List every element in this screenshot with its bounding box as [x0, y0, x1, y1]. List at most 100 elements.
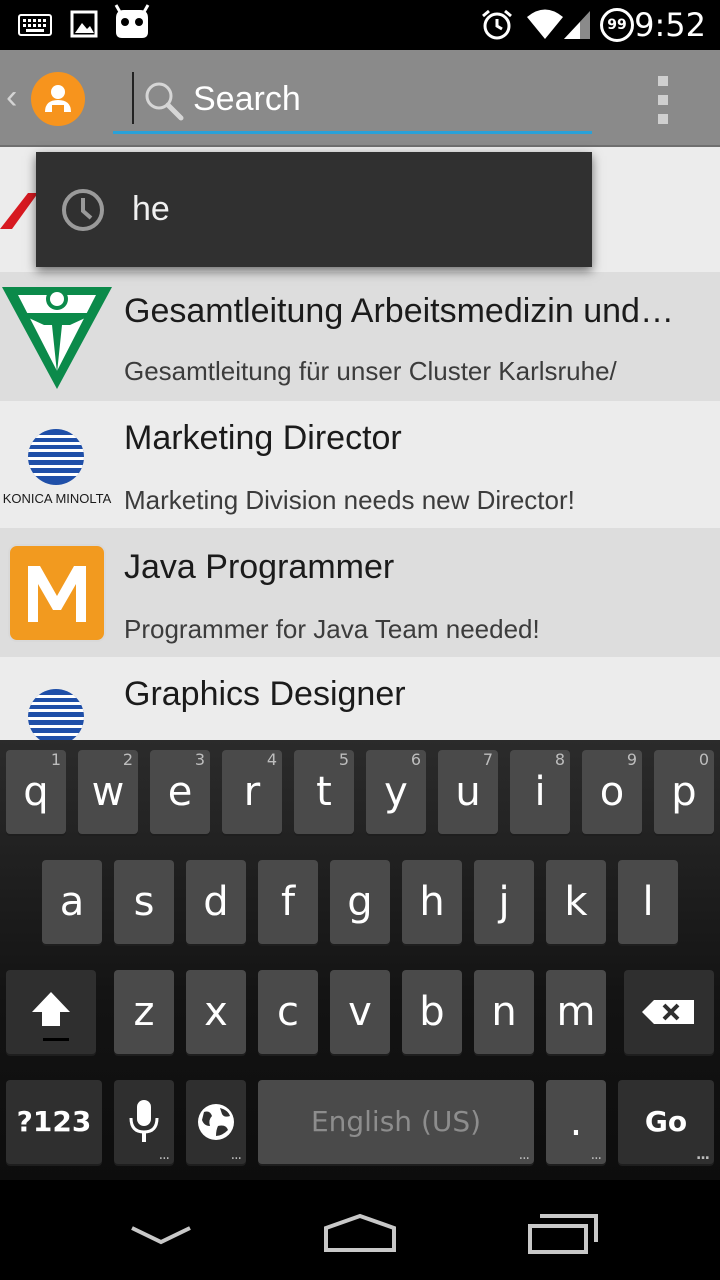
more-indicator: ... [590, 1147, 602, 1163]
list-item-title: Gesamtleitung Arbeitsmedizin und… [124, 292, 674, 330]
orange-m-logo [8, 544, 106, 642]
key-label: o [599, 769, 625, 815]
hide-keyboard-icon[interactable] [128, 1220, 194, 1250]
suggestion-text: he [132, 190, 170, 228]
key-k[interactable]: k [546, 860, 606, 944]
app-avatar[interactable] [31, 72, 85, 126]
period-key[interactable]: . ... [546, 1080, 606, 1164]
key-label: r [243, 769, 261, 815]
search-field[interactable] [113, 68, 592, 134]
symbols-key[interactable]: ?123 [6, 1080, 102, 1164]
list-item[interactable]: KONICA MINOLTA Marketing Director Market… [0, 401, 720, 528]
list-item[interactable]: Gesamtleitung Arbeitsmedizin und… Gesamt… [0, 272, 720, 401]
shift-arrow-icon [32, 992, 70, 1041]
signal-icon [564, 11, 590, 39]
key-q[interactable]: q1 [6, 750, 66, 834]
key-d[interactable]: d [186, 860, 246, 944]
list-item[interactable]: Graphics Designer [0, 657, 720, 740]
key-l[interactable]: l [618, 860, 678, 944]
key-w[interactable]: w2 [78, 750, 138, 834]
key-p[interactable]: p0 [654, 750, 714, 834]
key-e[interactable]: e3 [150, 750, 210, 834]
status-time: 9:52 [634, 6, 706, 44]
recent-apps-icon[interactable] [526, 1212, 598, 1256]
key-label: . [569, 1099, 583, 1145]
more-indicator: ... [158, 1147, 170, 1163]
key-j[interactable]: j [474, 860, 534, 944]
voice-input-key[interactable]: ... [114, 1080, 174, 1164]
space-bar[interactable]: English (US) ... [258, 1080, 534, 1164]
red-partial-logo [0, 193, 38, 229]
key-n[interactable]: n [474, 970, 534, 1054]
key-label: w [91, 769, 125, 815]
status-bar: 99 9:52 [0, 0, 720, 50]
more-indicator: ... [230, 1147, 242, 1163]
list-item[interactable]: Java Programmer Programmer for Java Team… [0, 528, 720, 657]
list-item-subtitle: Gesamtleitung für unser Cluster Karlsruh… [124, 356, 617, 386]
backspace-key[interactable] [624, 970, 714, 1054]
key-x[interactable]: x [186, 970, 246, 1054]
key-c[interactable]: c [258, 970, 318, 1054]
key-v[interactable]: v [330, 970, 390, 1054]
key-f[interactable]: f [258, 860, 318, 944]
keyboard-icon [18, 14, 52, 36]
key-hint: 2 [122, 750, 133, 769]
language-key[interactable]: ... [186, 1080, 246, 1164]
key-label: e [167, 769, 193, 815]
konica-minolta-logo: KONICA MINOLTA [3, 429, 112, 506]
wifi-icon [527, 9, 563, 39]
key-b[interactable]: b [402, 970, 462, 1054]
image-icon [70, 10, 98, 38]
key-z[interactable]: z [114, 970, 174, 1054]
key-hint: 6 [410, 750, 421, 769]
key-r[interactable]: r4 [222, 750, 282, 834]
key-hint: 4 [266, 750, 277, 769]
key-hint: 5 [338, 750, 349, 769]
key-label: p [671, 769, 697, 815]
key-m[interactable]: m [546, 970, 606, 1054]
history-clock-icon [62, 189, 104, 231]
android-icon [114, 4, 150, 38]
more-indicator: ... [696, 1147, 710, 1163]
search-input[interactable] [193, 76, 573, 122]
key-hint: 7 [482, 750, 493, 769]
alarm-icon [482, 9, 512, 40]
key-i[interactable]: i8 [510, 750, 570, 834]
key-label: Go [644, 1105, 688, 1138]
key-hint: 9 [626, 750, 637, 769]
key-label: u [455, 769, 481, 815]
more-indicator: ... [518, 1147, 530, 1163]
key-h[interactable]: h [402, 860, 462, 944]
text-cursor [132, 72, 134, 124]
key-hint: 0 [698, 750, 709, 769]
shift-key[interactable] [6, 970, 96, 1054]
key-a[interactable]: a [42, 860, 102, 944]
key-label: t [316, 769, 332, 815]
key-g[interactable]: g [330, 860, 390, 944]
key-hint: 8 [554, 750, 565, 769]
key-label: q [23, 769, 49, 815]
logo-text: KONICA MINOLTA [3, 491, 112, 506]
list-item-subtitle: Marketing Division needs new Director! [124, 485, 575, 515]
list-item-title: Java Programmer [124, 548, 395, 586]
key-o[interactable]: o9 [582, 750, 642, 834]
list-item-title: Graphics Designer [124, 675, 406, 713]
notification-count-icon: 99 [600, 8, 634, 42]
key-s[interactable]: s [114, 860, 174, 944]
list-item-title: Marketing Director [124, 419, 402, 457]
soft-keyboard: q1 w2 e3 r4 t5 y6 u7 i8 o9 p0 a s d f g … [0, 740, 720, 1180]
go-key[interactable]: Go ... [618, 1080, 714, 1164]
navigation-bar [0, 1180, 720, 1280]
key-t[interactable]: t5 [294, 750, 354, 834]
home-icon[interactable] [320, 1210, 400, 1254]
overflow-menu-icon[interactable] [648, 72, 678, 128]
search-suggestion[interactable]: he [36, 152, 592, 267]
green-figure-logo [2, 287, 112, 389]
user-icon [45, 85, 71, 112]
key-u[interactable]: u7 [438, 750, 498, 834]
back-chevron-icon[interactable]: ‹ [6, 80, 17, 114]
key-y[interactable]: y6 [366, 750, 426, 834]
key-label: y [384, 769, 408, 815]
key-label: i [534, 769, 546, 815]
key-hint: 3 [194, 750, 205, 769]
